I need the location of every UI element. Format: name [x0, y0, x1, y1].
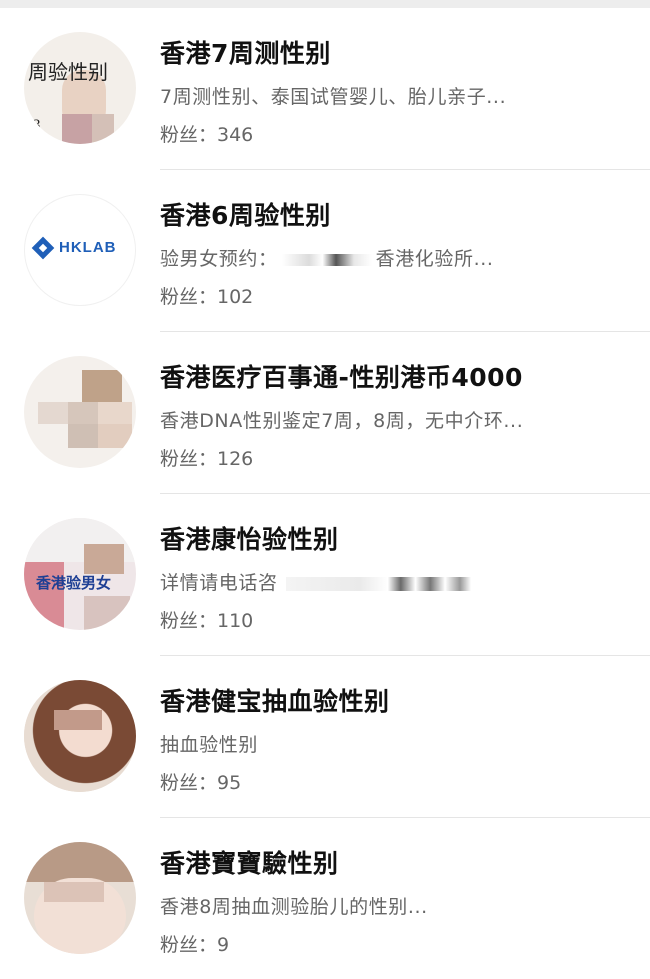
pixelation-block [38, 402, 68, 424]
account-description: 抽血验性别 [160, 734, 259, 756]
hklab-logo: HKLAB [31, 236, 117, 259]
pixelation-block [82, 370, 122, 404]
list-item[interactable]: 周验性别 3 香港7周测性别 7周测性别、泰国试管婴儿、胎儿亲子... 粉丝：3… [24, 8, 650, 170]
account-title: 香港康怡验性别 [160, 525, 339, 554]
list-item[interactable]: 香港医疗百事通-性别港币4000 香港DNA性别鉴定7周，8周，无中介环... … [24, 332, 650, 494]
avatar-photo [24, 842, 136, 882]
logo-diamond-icon [31, 236, 55, 259]
avatar [24, 680, 136, 792]
list-item[interactable]: 香港寶寶驗性别 香港8周抽血测验胎儿的性别... 粉丝：9 [24, 818, 650, 979]
list-item[interactable]: HKLAB 香港6周验性别 验男女预约： 香港化验所... 粉丝：102 [24, 170, 650, 332]
account-description: 香港8周抽血测验胎儿的性别... [160, 896, 428, 918]
description-prefix: 验男女预约： [160, 248, 278, 270]
account-description: 详情请电话咨 [160, 568, 471, 595]
account-description: 香港DNA性别鉴定7周，8周，无中介环... [160, 410, 524, 432]
pixelation-block [98, 424, 132, 448]
account-list: 周验性别 3 香港7周测性别 7周测性别、泰国试管婴儿、胎儿亲子... 粉丝：3… [0, 8, 650, 979]
avatar: HKLAB [24, 194, 136, 306]
pixelation-block [84, 544, 124, 574]
avatar-caption-sub: 3 [32, 118, 41, 134]
avatar-caption: 香港验男女 [36, 574, 112, 592]
pixelation-block [44, 882, 104, 902]
pixelation-block [68, 402, 98, 424]
pixelation-block [84, 596, 130, 630]
redacted-text [285, 576, 471, 591]
redacted-text [281, 253, 372, 266]
pixelation-block [62, 114, 92, 144]
account-title: 香港寶寶驗性别 [160, 849, 339, 878]
logo-text: HKLAB [59, 239, 117, 256]
avatar-caption: 周验性别 [28, 60, 108, 84]
account-description: 7周测性别、泰国试管婴儿、胎儿亲子... [160, 86, 507, 108]
account-title: 香港健宝抽血验性别 [160, 687, 390, 716]
account-title: 香港7周测性别 [160, 39, 331, 68]
pixelation-block [68, 424, 98, 448]
avatar-photo [24, 680, 136, 792]
pixelation-block [98, 402, 132, 424]
follower-count: 粉丝：95 [160, 772, 242, 794]
account-title: 香港6周验性别 [160, 201, 331, 230]
pixelation-block [92, 114, 114, 144]
follower-count: 粉丝：126 [160, 448, 254, 470]
follower-count: 粉丝：9 [160, 934, 230, 956]
list-item[interactable]: 香港验男女 香港康怡验性别 详情请电话咨 粉丝：110 [24, 494, 650, 656]
follower-count: 粉丝：110 [160, 610, 254, 632]
description-prefix: 详情请电话咨 [160, 572, 278, 594]
follower-count: 粉丝：102 [160, 286, 254, 308]
follower-count: 粉丝：346 [160, 124, 254, 146]
list-item[interactable]: 香港健宝抽血验性别 抽血验性别 粉丝：95 [24, 656, 650, 818]
avatar [24, 842, 136, 954]
description-suffix: 香港化验所... [375, 248, 494, 270]
pixelation-block [54, 710, 102, 730]
avatar: 周验性别 3 [24, 32, 136, 144]
top-divider [0, 0, 650, 8]
account-title: 香港医疗百事通-性别港币4000 [160, 363, 523, 392]
avatar: 香港验男女 [24, 518, 136, 630]
account-description: 验男女预约： 香港化验所... [160, 244, 494, 271]
avatar [24, 356, 136, 468]
